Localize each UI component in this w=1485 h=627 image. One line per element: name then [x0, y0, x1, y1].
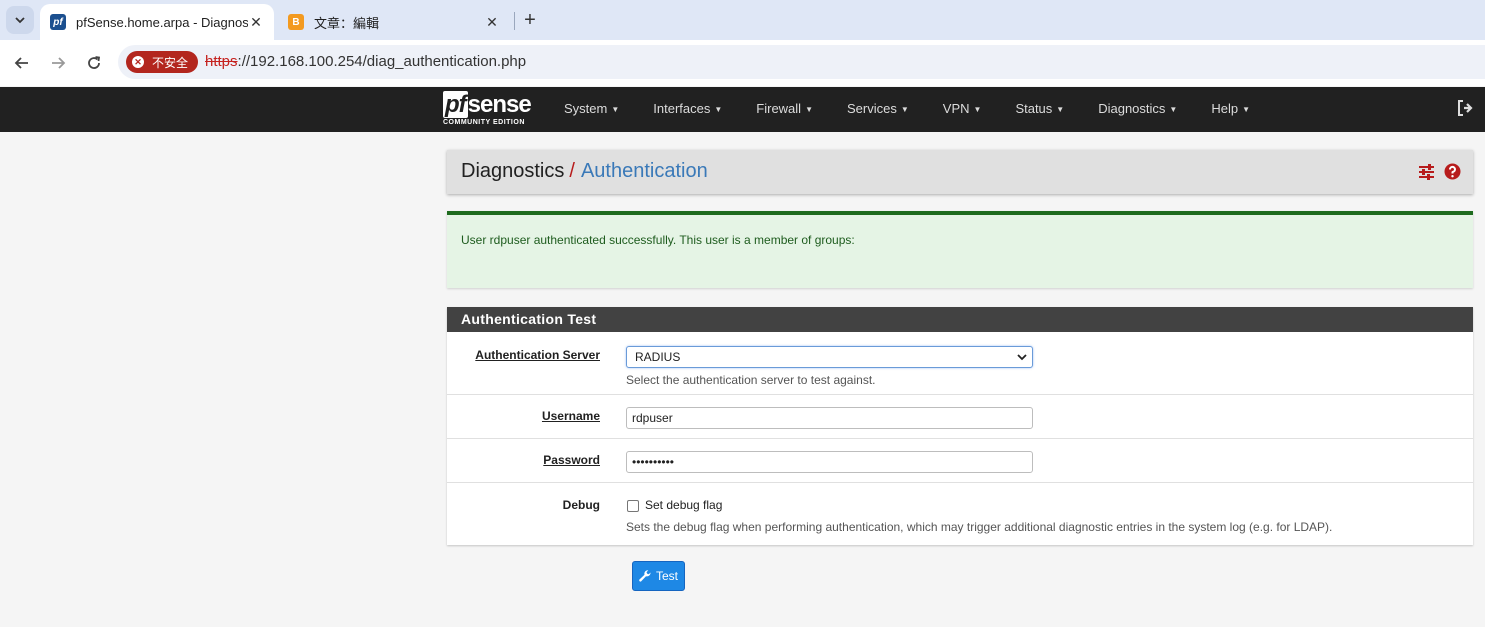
address-bar[interactable]: ✕ 不安全 https://192.168.100.254/diag_authe…: [118, 45, 1485, 79]
breadcrumb: Diagnostics / Authentication: [447, 150, 1473, 194]
test-button[interactable]: Test: [632, 561, 685, 591]
menu-status[interactable]: Status ▼: [1015, 87, 1064, 132]
username-input[interactable]: rdpuser: [626, 407, 1033, 429]
debug-checkbox-label[interactable]: Set debug flag: [645, 498, 722, 512]
debug-checkbox[interactable]: [627, 500, 639, 512]
menu-help[interactable]: Help ▼: [1211, 87, 1250, 132]
debug-help-text: Sets the debug flag when performing auth…: [626, 520, 1333, 534]
arrow-right-icon: [52, 57, 66, 69]
reload-button[interactable]: [82, 51, 106, 75]
arrow-left-icon: [14, 57, 28, 69]
not-secure-label: 不安全: [152, 55, 189, 70]
pfsense-favicon-icon: pf: [50, 14, 66, 30]
main-menu: System ▼ Interfaces ▼ Firewall ▼ Services ▼ …: [564, 87, 1284, 132]
menu-interfaces[interactable]: Interfaces ▼: [653, 87, 722, 132]
logout-icon: [1458, 100, 1473, 116]
logo-wordmark: pfsense: [443, 91, 532, 118]
url-rest: ://192.168.100.254/diag_authentication.p…: [237, 53, 527, 70]
caret-down-icon: ▼: [900, 105, 909, 115]
row-authentication-server: Authentication Server RADIUS Select the …: [447, 332, 1473, 395]
blogger-favicon-icon: B: [288, 14, 304, 30]
caret-down-icon: ▼: [611, 105, 620, 115]
caret-down-icon: ▼: [714, 105, 723, 115]
url-scheme: https: [205, 53, 238, 70]
logout-button[interactable]: [1456, 99, 1474, 117]
close-tab-icon[interactable]: ✕: [248, 14, 264, 31]
password-label: Password: [543, 453, 600, 467]
authentication-server-label: Authentication Server: [475, 348, 600, 362]
authentication-test-panel: Authentication Test Authentication Serve…: [447, 307, 1473, 545]
debug-label: Debug: [562, 498, 600, 512]
logo-subtitle: COMMUNITY EDITION: [443, 119, 525, 126]
help-icon[interactable]: [1444, 163, 1461, 180]
row-username: Username rdpuser: [447, 395, 1473, 439]
wrench-icon: [639, 570, 651, 582]
chevron-down-icon: [15, 17, 25, 24]
menu-system[interactable]: System ▼: [564, 87, 619, 132]
success-alert: User rdpuser authenticated successfully.…: [447, 211, 1473, 288]
warning-x-icon: ✕: [132, 56, 144, 68]
breadcrumb-actions: [1418, 163, 1461, 180]
server-help-text: Select the authentication server to test…: [626, 373, 876, 387]
breadcrumb-current[interactable]: Authentication: [581, 160, 708, 182]
browser-tab-blogger[interactable]: B 文章：編輯 ✕: [278, 4, 510, 40]
password-input[interactable]: ••••••••••: [626, 451, 1033, 473]
row-debug: Debug Set debug flag Sets the debug flag…: [447, 483, 1473, 544]
forward-button[interactable]: [46, 51, 70, 75]
caret-down-icon: ▼: [1056, 105, 1065, 115]
caret-down-icon: ▼: [1242, 105, 1251, 115]
authentication-server-select[interactable]: RADIUS: [626, 346, 1033, 368]
tab-search-button[interactable]: [6, 6, 34, 34]
caret-down-icon: ▼: [1169, 105, 1178, 115]
browser-tab-pfsense[interactable]: pf pfSense.home.arpa - Diagnos ✕: [40, 4, 274, 40]
page-title: Diagnostics / Authentication: [461, 160, 708, 183]
url-text[interactable]: https://192.168.100.254/diag_authenticat…: [205, 53, 526, 70]
row-password: Password ••••••••••: [447, 439, 1473, 483]
menu-services[interactable]: Services ▼: [847, 87, 909, 132]
tab-title: 文章：編輯: [314, 15, 380, 31]
close-tab-icon[interactable]: ✕: [484, 14, 500, 31]
new-tab-button[interactable]: +: [520, 8, 540, 32]
username-label: Username: [541, 409, 600, 423]
alert-message: User rdpuser authenticated successfully.…: [461, 233, 855, 247]
pfsense-navbar: pfsense COMMUNITY EDITION System ▼ Interf…: [0, 87, 1485, 132]
test-button-label: Test: [656, 569, 679, 583]
reload-icon: [88, 56, 101, 69]
breadcrumb-separator: /: [569, 160, 575, 182]
back-button[interactable]: [10, 51, 34, 75]
browser-toolbar: ✕ 不安全 https://192.168.100.254/diag_authe…: [0, 40, 1485, 86]
caret-down-icon: ▼: [973, 105, 982, 115]
pfsense-logo[interactable]: pfsense COMMUNITY EDITION: [443, 91, 539, 128]
selected-server: RADIUS: [635, 350, 681, 364]
not-secure-chip[interactable]: ✕ 不安全: [126, 51, 198, 73]
breadcrumb-parent[interactable]: Diagnostics: [461, 160, 564, 182]
tab-title: pfSense.home.arpa - Diagnos: [76, 14, 248, 30]
tab-divider: [514, 12, 515, 30]
sliders-icon[interactable]: [1418, 163, 1435, 180]
chevron-down-icon: [1017, 354, 1027, 361]
menu-firewall[interactable]: Firewall ▼: [756, 87, 813, 132]
browser-tab-strip: pf pfSense.home.arpa - Diagnos ✕ B 文章：編輯…: [0, 0, 1485, 40]
panel-title: Authentication Test: [447, 307, 1473, 332]
caret-down-icon: ▼: [805, 105, 813, 115]
menu-diagnostics[interactable]: Diagnostics ▼: [1098, 87, 1177, 132]
menu-vpn[interactable]: VPN ▼: [943, 87, 982, 132]
